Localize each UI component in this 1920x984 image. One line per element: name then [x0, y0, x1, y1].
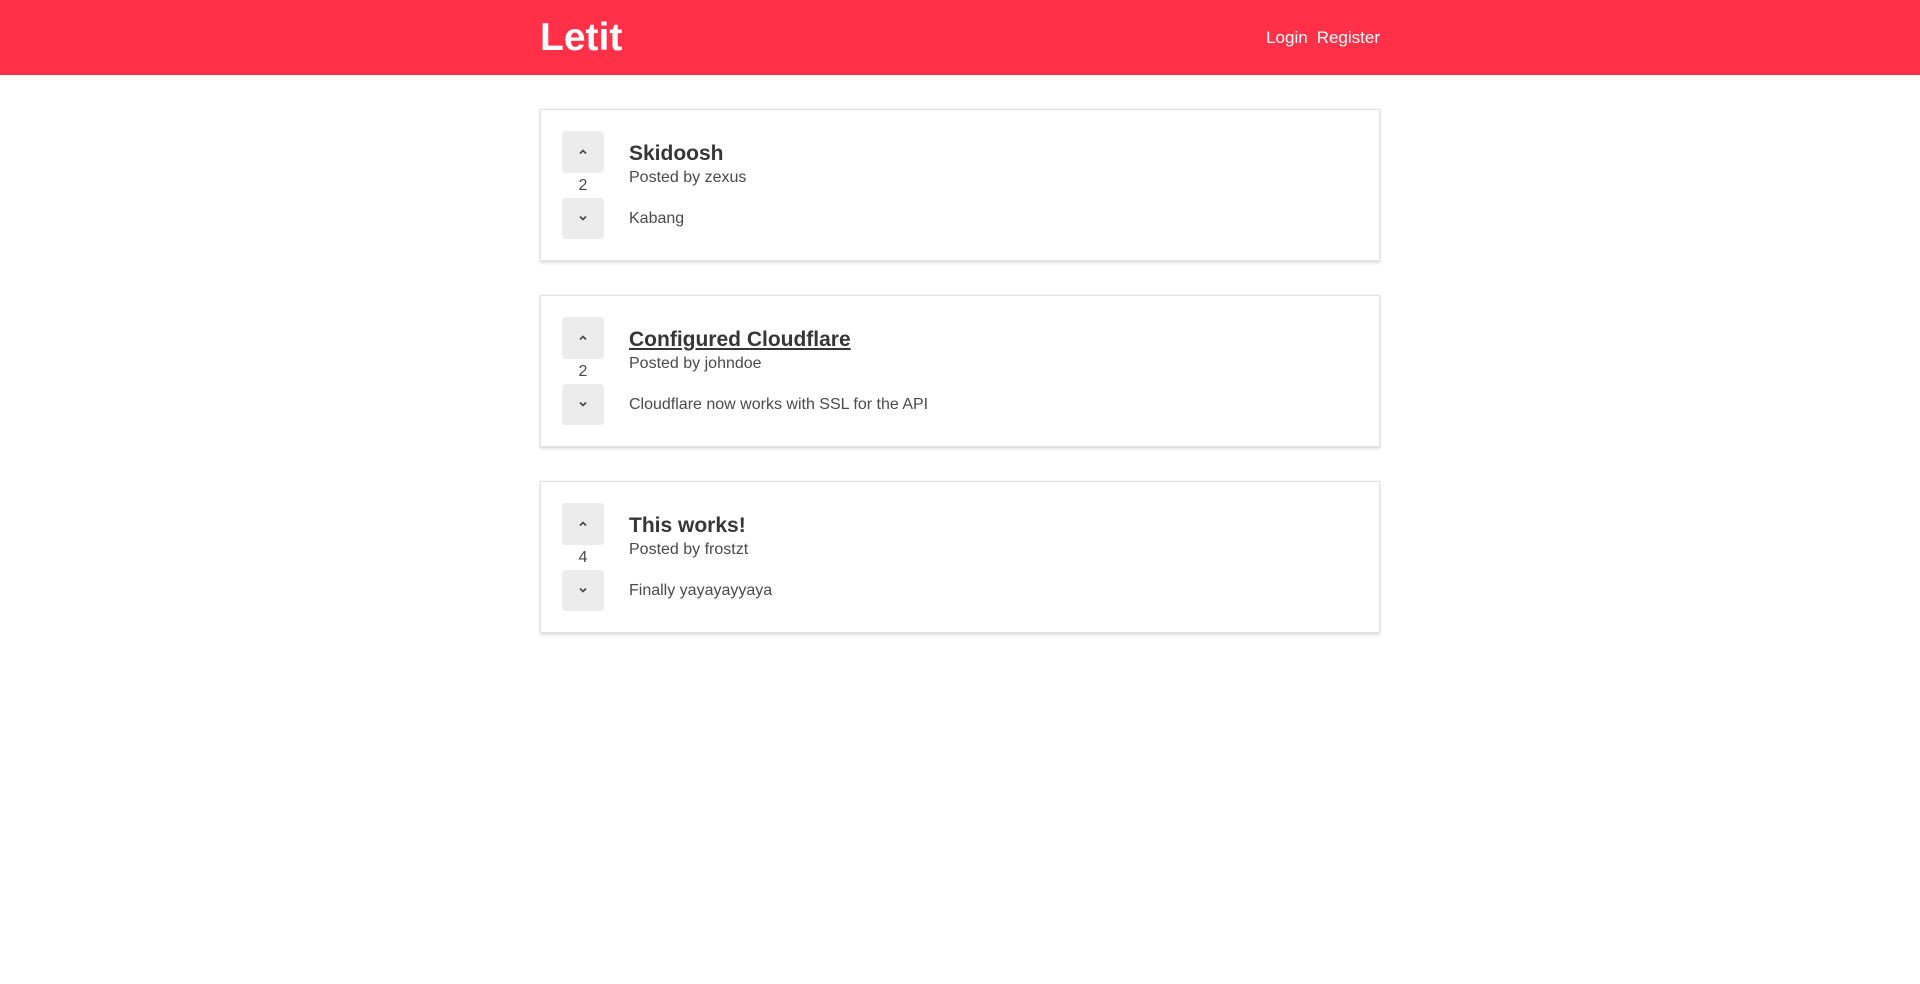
chevron-down-icon: [579, 588, 587, 593]
nav-links: Login Register: [1266, 28, 1380, 48]
post-card: 2 Configured Cloudflare Posted by johndo…: [540, 295, 1380, 447]
vote-score: 2: [578, 362, 588, 380]
chevron-down-icon: [579, 402, 587, 407]
post-meta: Posted by johndoe: [629, 355, 1358, 373]
post-feed: 2 Skidoosh Posted by zexus Kabang 2 Conf: [540, 109, 1380, 633]
post-card: 2 Skidoosh Posted by zexus Kabang: [540, 109, 1380, 261]
login-link[interactable]: Login: [1266, 28, 1308, 48]
upvote-button[interactable]: [562, 131, 604, 173]
post-title[interactable]: Configured Cloudflare: [629, 329, 851, 351]
post-content: Skidoosh Posted by zexus Kabang: [629, 131, 1358, 239]
post-meta: Posted by zexus: [629, 169, 1358, 187]
register-link[interactable]: Register: [1317, 28, 1380, 48]
vote-controls: 2: [562, 131, 604, 239]
vote-controls: 4: [562, 503, 604, 611]
vote-score: 2: [578, 176, 588, 194]
downvote-button[interactable]: [562, 197, 604, 239]
vote-score: 4: [578, 548, 588, 566]
post-author: zexus: [704, 169, 747, 186]
post-content: Configured Cloudflare Posted by johndoe …: [629, 317, 1358, 425]
brand-logo[interactable]: Letit: [540, 16, 622, 60]
downvote-button[interactable]: [562, 383, 604, 425]
downvote-button[interactable]: [562, 569, 604, 611]
post-author: frostzt: [704, 541, 749, 558]
post-content: This works! Posted by frostzt Finally ya…: [629, 503, 1358, 611]
post-body: Cloudflare now works with SSL for the AP…: [629, 396, 929, 413]
chevron-up-icon: [579, 521, 587, 526]
post-card: 4 This works! Posted by frostzt Finally …: [540, 481, 1380, 633]
post-body: Kabang: [629, 210, 685, 227]
post-title[interactable]: Skidoosh: [629, 143, 724, 165]
upvote-button[interactable]: [562, 503, 604, 545]
posted-by-label: Posted by: [629, 169, 701, 186]
post-title[interactable]: This works!: [629, 515, 746, 537]
posted-by-label: Posted by: [629, 355, 701, 372]
navbar-inner: Letit Login Register: [540, 0, 1380, 75]
post-body: Finally yayayayyaya: [629, 582, 773, 599]
chevron-down-icon: [579, 216, 587, 221]
navbar: Letit Login Register: [0, 0, 1920, 75]
post-author: johndoe: [704, 355, 762, 372]
upvote-button[interactable]: [562, 317, 604, 359]
chevron-up-icon: [579, 149, 587, 154]
vote-controls: 2: [562, 317, 604, 425]
chevron-up-icon: [579, 335, 587, 340]
post-meta: Posted by frostzt: [629, 541, 1358, 559]
posted-by-label: Posted by: [629, 541, 701, 558]
